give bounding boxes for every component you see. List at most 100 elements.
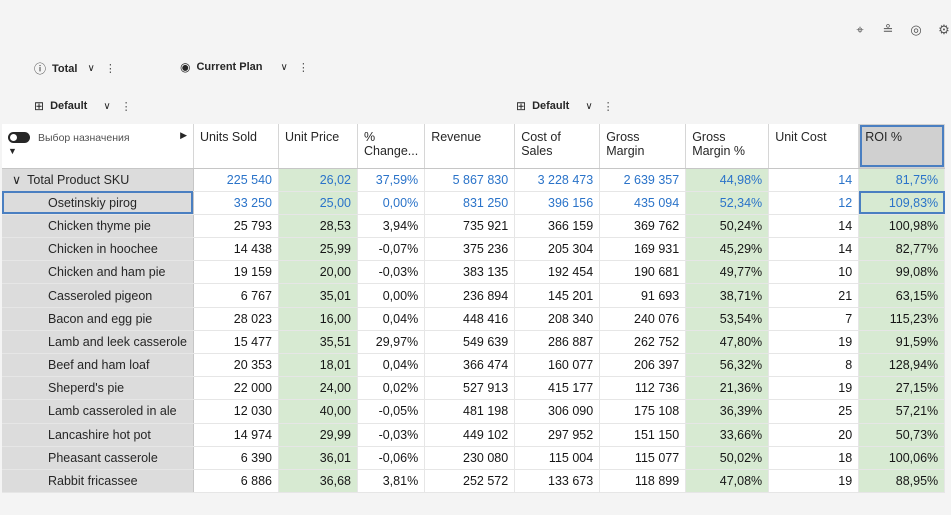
column-header-roi[interactable]: ROI %	[858, 124, 946, 169]
table-cell[interactable]: 19	[768, 469, 860, 494]
table-cell[interactable]: 306 090	[514, 399, 601, 424]
column-header[interactable]: Unit Cost	[768, 124, 860, 169]
table-cell[interactable]: 112 736	[599, 376, 687, 401]
table-cell[interactable]: 6 886	[193, 469, 279, 494]
row-label[interactable]: Chicken in hoochee	[2, 237, 194, 262]
table-cell[interactable]: 7	[768, 307, 860, 331]
table-cell[interactable]: 20 353	[193, 353, 279, 378]
table-cell[interactable]: 206 397	[599, 353, 687, 378]
table-cell[interactable]: 6 390	[193, 446, 279, 470]
table-cell[interactable]: 57,21%	[858, 399, 946, 424]
table-cell[interactable]: 14	[768, 168, 860, 192]
table-cell[interactable]: 27,15%	[858, 376, 946, 401]
table-cell[interactable]: 20,00	[278, 260, 358, 285]
table-cell[interactable]: 175 108	[599, 399, 687, 424]
table-cell[interactable]: 19 159	[193, 260, 279, 285]
table-cell[interactable]: 252 572	[424, 469, 516, 494]
table-cell[interactable]: 36,39%	[685, 399, 770, 424]
table-cell[interactable]: 549 639	[424, 330, 516, 355]
table-cell[interactable]: 0,04%	[357, 307, 426, 331]
table-row[interactable]: Bacon and egg pie 28 023 16,00 0,04% 448 416…	[2, 307, 946, 331]
table-cell[interactable]: 366 474	[424, 353, 516, 378]
row-label[interactable]: Bacon and egg pie	[2, 307, 194, 331]
table-cell[interactable]: 33 250	[193, 191, 279, 215]
table-cell[interactable]: 435 094	[599, 191, 687, 215]
table-cell[interactable]: 50,24%	[685, 214, 770, 239]
table-cell[interactable]: -0,07%	[357, 237, 426, 262]
toggle-switch[interactable]	[8, 132, 30, 144]
table-cell[interactable]: 82,77%	[858, 237, 946, 262]
plan-dropdown[interactable]: ◉ Current Plan ∨ ⋮	[180, 60, 309, 74]
table-row[interactable]: Chicken in hoochee 14 438 25,99 -0,07% 375 2…	[2, 237, 946, 262]
table-cell[interactable]: -0,03%	[357, 423, 426, 447]
table-cell[interactable]: 236 894	[424, 283, 516, 308]
table-cell[interactable]: 81,75%	[858, 168, 946, 192]
view-icon[interactable]: ◎	[909, 22, 923, 38]
caret-right-icon[interactable]: ▶	[180, 130, 187, 141]
table-cell[interactable]: 19	[768, 376, 860, 401]
table-row[interactable]: Rabbit fricassee 6 886 36,68 3,81% 252 572 13…	[2, 469, 946, 494]
table-cell[interactable]: 18	[768, 446, 860, 470]
table-cell[interactable]: 25,00	[278, 191, 358, 215]
table-cell[interactable]: 36,68	[278, 469, 358, 494]
table-cell[interactable]: 145 201	[514, 283, 601, 308]
table-cell[interactable]: 28 023	[193, 307, 279, 331]
table-cell[interactable]: 28,53	[278, 214, 358, 239]
row-label[interactable]: Chicken and ham pie	[2, 260, 194, 285]
table-cell[interactable]: 25,99	[278, 237, 358, 262]
table-cell[interactable]: 115 004	[514, 446, 601, 470]
row-label[interactable]: ∨ Total Product SKU	[2, 168, 194, 192]
table-cell[interactable]: 99,08%	[858, 260, 946, 285]
table-cell[interactable]: 18,01	[278, 353, 358, 378]
table-cell[interactable]: 415 177	[514, 376, 601, 401]
table-cell[interactable]: 14 438	[193, 237, 279, 262]
column-header[interactable]: Cost of Sales	[514, 124, 601, 169]
table-row[interactable]: Lancashire hot pot 14 974 29,99 -0,03% 449 1…	[2, 423, 946, 447]
table-cell[interactable]: 133 673	[514, 469, 601, 494]
table-cell[interactable]: 91,59%	[858, 330, 946, 355]
table-cell[interactable]: 56,32%	[685, 353, 770, 378]
row-dimension-header[interactable]: Выбор назначения ▶ ▼	[2, 124, 194, 169]
table-cell[interactable]: 5 867 830	[424, 168, 516, 192]
table-cell[interactable]: 366 159	[514, 214, 601, 239]
row-label[interactable]: Casseroled pigeon	[2, 283, 194, 308]
table-cell[interactable]: 15 477	[193, 330, 279, 355]
table-cell[interactable]: 22 000	[193, 376, 279, 401]
table-cell[interactable]: 24,00	[278, 376, 358, 401]
row-label[interactable]: Lamb and leek casserole	[2, 330, 194, 355]
row-label[interactable]: Beef and ham loaf	[2, 353, 194, 378]
table-row[interactable]: Pheasant casserole 6 390 36,01 -0,06% 230 08…	[2, 446, 946, 470]
table-cell[interactable]: 2 639 357	[599, 168, 687, 192]
column-header[interactable]: Unit Price	[278, 124, 358, 169]
table-cell[interactable]: 115 077	[599, 446, 687, 470]
table-cell[interactable]: 14	[768, 237, 860, 262]
pin-icon[interactable]: ⌖	[853, 22, 867, 38]
table-cell[interactable]: 29,97%	[357, 330, 426, 355]
column-header[interactable]: Units Sold	[193, 124, 279, 169]
total-dropdown[interactable]: ⓘ Total ∨ ⋮	[34, 60, 116, 77]
table-row[interactable]: Lamb and leek casserole 15 477 35,51 29,97%…	[2, 330, 946, 355]
table-cell[interactable]: 47,08%	[685, 469, 770, 494]
table-row[interactable]: Osetinskiy pirog 33 250 25,00 0,00% 831 250 3…	[2, 191, 946, 215]
rows-default-dropdown[interactable]: ⊞ Default ∨ ⋮	[34, 99, 132, 113]
table-cell[interactable]: 3 228 473	[514, 168, 601, 192]
table-cell[interactable]: 151 150	[599, 423, 687, 447]
table-row[interactable]: Beef and ham loaf 20 353 18,01 0,04% 366 474…	[2, 353, 946, 378]
format-icon[interactable]: ≗	[881, 22, 895, 38]
table-cell[interactable]: 205 304	[514, 237, 601, 262]
table-cell[interactable]: 29,99	[278, 423, 358, 447]
column-header[interactable]: Gross Margin %	[685, 124, 770, 169]
table-cell[interactable]: 160 077	[514, 353, 601, 378]
table-cell[interactable]: 8	[768, 353, 860, 378]
table-cell[interactable]: 88,95%	[858, 469, 946, 494]
table-cell[interactable]: 53,54%	[685, 307, 770, 331]
table-cell[interactable]: 208 340	[514, 307, 601, 331]
table-cell[interactable]: -0,05%	[357, 399, 426, 424]
column-header[interactable]: Revenue	[424, 124, 516, 169]
table-cell[interactable]: 52,34%	[685, 191, 770, 215]
table-cell[interactable]: 35,51	[278, 330, 358, 355]
column-header[interactable]: % Change...	[357, 124, 426, 169]
table-cell[interactable]: 831 250	[424, 191, 516, 215]
table-cell[interactable]: 735 921	[424, 214, 516, 239]
row-label[interactable]: Lamb casseroled in ale	[2, 399, 194, 424]
